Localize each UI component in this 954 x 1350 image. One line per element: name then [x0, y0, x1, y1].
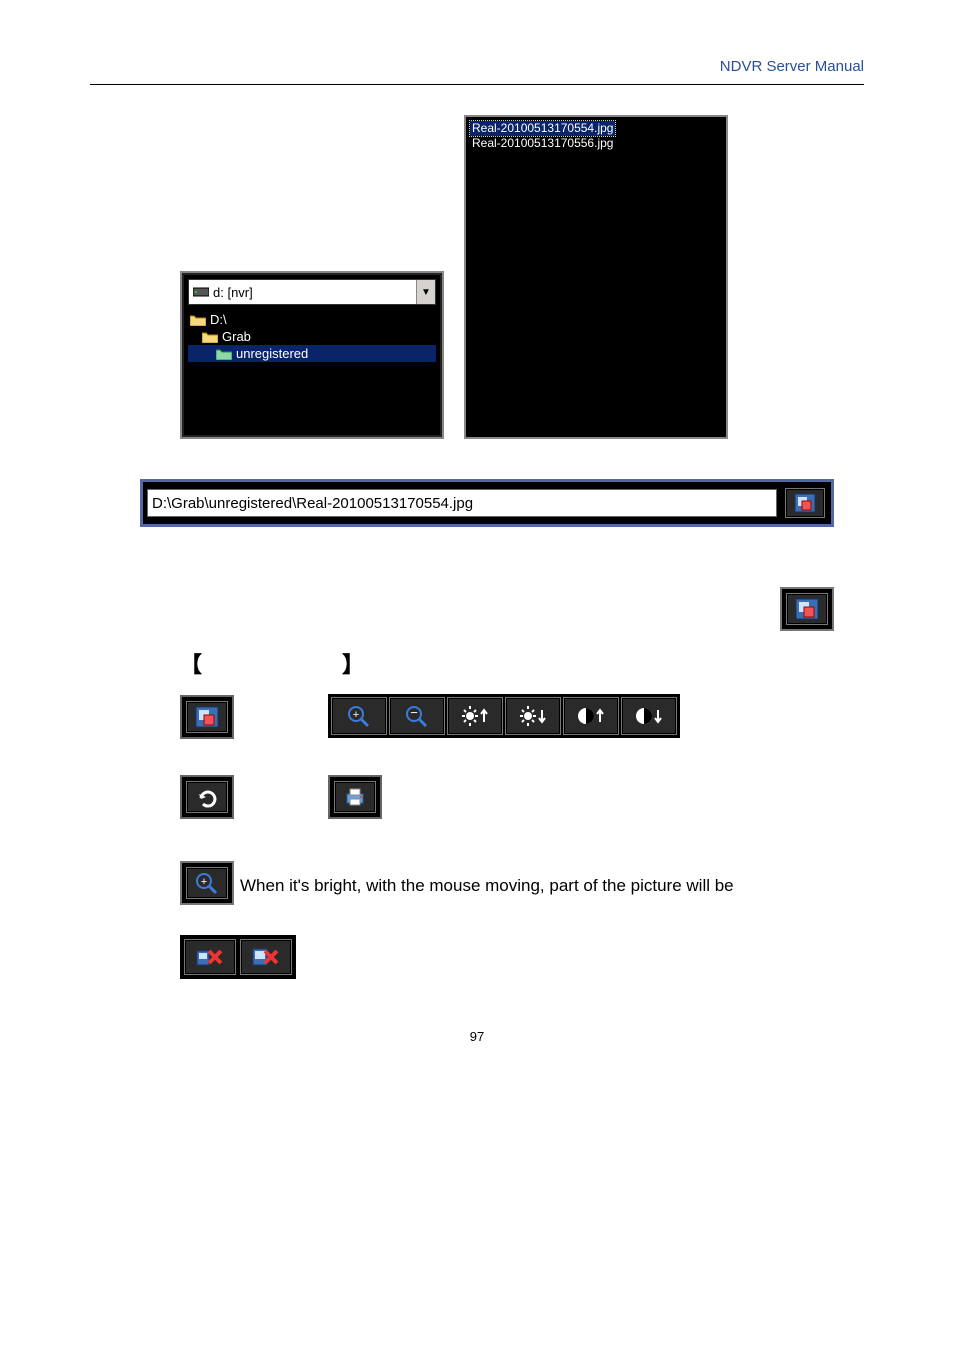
image-tool-button[interactable] — [785, 488, 825, 518]
open-folder-icon — [216, 348, 232, 360]
page-number: 97 — [90, 1029, 864, 1044]
contrast-down-button[interactable] — [621, 697, 677, 735]
folder-tree[interactable]: D:\ Grab unregistered — [188, 311, 436, 431]
chevron-down-icon[interactable]: ▼ — [416, 280, 435, 304]
brackets-row: 【 】 — [180, 647, 864, 679]
path-input-text: D:\Grab\unregistered\Real-20100513170554… — [152, 495, 473, 512]
open-folder-icon — [190, 314, 206, 326]
svg-text:+: + — [353, 709, 359, 721]
contrast-down-icon — [634, 704, 664, 728]
tree-item-unregistered[interactable]: unregistered — [188, 345, 436, 362]
zoom-description-text: When it's bright, with the mouse moving,… — [240, 857, 734, 903]
undo-button[interactable] — [186, 781, 228, 813]
contrast-up-button[interactable] — [563, 697, 619, 735]
zoom-in-icon: + — [346, 704, 372, 728]
file-item[interactable]: Real-20100513170554.jpg — [470, 121, 615, 136]
header-rule — [90, 84, 864, 85]
file-list[interactable]: Real-20100513170554.jpg Real-20100513170… — [466, 117, 726, 437]
image-tool-icon — [794, 493, 816, 513]
delete-file-button[interactable] — [184, 939, 236, 975]
open-folder-icon — [202, 331, 218, 343]
image-delete-icon — [251, 945, 281, 969]
svg-text:−: − — [411, 705, 419, 720]
right-floating-button-row — [180, 587, 864, 637]
path-input[interactable]: D:\Grab\unregistered\Real-20100513170554… — [147, 489, 777, 517]
svg-text:+: + — [201, 876, 207, 888]
single-button-row — [180, 695, 234, 739]
tree-item-grab[interactable]: Grab — [188, 328, 436, 345]
brightness-down-button[interactable] — [505, 697, 561, 735]
undo-icon — [195, 786, 219, 808]
file-list-panel: Real-20100513170554.jpg Real-20100513170… — [464, 115, 728, 439]
print-button[interactable] — [334, 781, 376, 813]
printer-icon — [343, 786, 367, 808]
path-bar: D:\Grab\unregistered\Real-20100513170554… — [140, 479, 834, 527]
file-delete-icon — [195, 945, 225, 969]
zoom-out-button[interactable]: − — [389, 697, 445, 735]
tree-label: Grab — [222, 329, 251, 344]
zoom-in-button[interactable]: + — [186, 867, 228, 899]
adjustment-buttons-strip: + − — [328, 694, 680, 738]
brightness-up-icon — [460, 704, 490, 728]
image-tool-icon — [795, 598, 819, 620]
zoom-description-row: + When it's bright, with the mouse movin… — [180, 857, 824, 905]
zoom-out-icon: − — [404, 704, 430, 728]
image-tool-button[interactable] — [786, 593, 828, 625]
drive-panel: d: [nvr] ▼ D:\ Grab — [180, 271, 444, 439]
image-tool-button[interactable] — [186, 701, 228, 733]
tree-item-root[interactable]: D:\ — [188, 311, 436, 328]
brightness-up-button[interactable] — [447, 697, 503, 735]
tree-label: unregistered — [236, 346, 308, 361]
hard-drive-icon — [193, 286, 209, 298]
zoom-in-button[interactable]: + — [331, 697, 387, 735]
zoom-in-icon: + — [194, 871, 220, 895]
drive-selector-text: d: [nvr] — [213, 285, 416, 300]
tree-label: D:\ — [210, 312, 227, 327]
left-bracket: 【 — [180, 647, 202, 679]
right-bracket: 】 — [342, 647, 364, 679]
print-button-row — [328, 775, 382, 819]
file-item[interactable]: Real-20100513170556.jpg — [470, 136, 722, 151]
image-tool-icon — [195, 706, 219, 728]
drive-selector[interactable]: d: [nvr] ▼ — [188, 279, 436, 305]
header-title: NDVR Server Manual — [720, 58, 864, 75]
file-browser-screenshot: d: [nvr] ▼ D:\ Grab — [180, 115, 864, 439]
contrast-up-icon — [576, 704, 606, 728]
undo-button-row — [180, 775, 234, 819]
delete-buttons-row — [180, 935, 296, 979]
brightness-down-icon — [518, 704, 548, 728]
delete-image-button[interactable] — [240, 939, 292, 975]
